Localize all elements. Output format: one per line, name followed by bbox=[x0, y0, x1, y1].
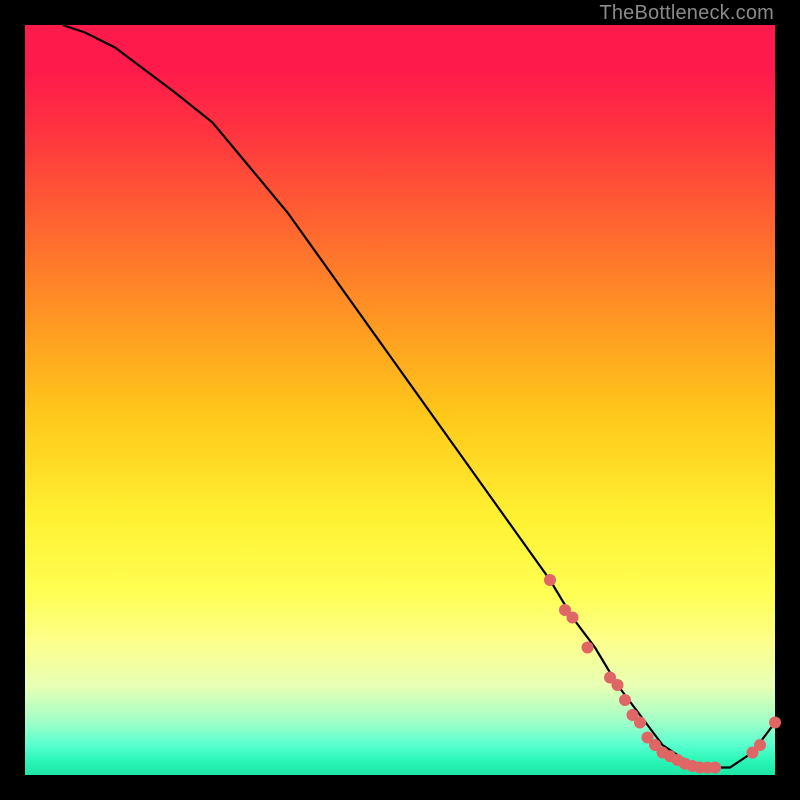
chart-svg bbox=[25, 25, 775, 775]
plot-area bbox=[25, 25, 775, 775]
highlight-point bbox=[634, 717, 646, 729]
bottleneck-curve bbox=[63, 25, 776, 768]
highlight-point bbox=[769, 717, 781, 729]
highlight-point bbox=[567, 612, 579, 624]
highlight-point bbox=[582, 642, 594, 654]
highlight-point bbox=[709, 762, 721, 774]
highlight-point bbox=[612, 679, 624, 691]
attribution-label: TheBottleneck.com bbox=[599, 2, 774, 25]
highlight-point bbox=[619, 694, 631, 706]
highlight-point bbox=[754, 739, 766, 751]
highlight-point bbox=[544, 574, 556, 586]
chart-stage: TheBottleneck.com bbox=[0, 0, 800, 800]
